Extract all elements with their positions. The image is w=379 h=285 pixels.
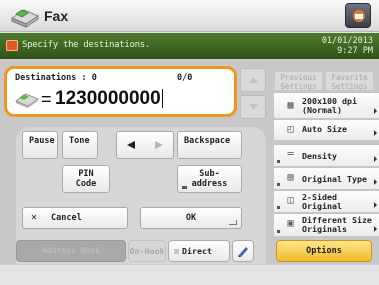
chevron-down-icon bbox=[249, 104, 258, 110]
status-monitor-icon bbox=[353, 10, 365, 22]
destination-number: 1230000000 bbox=[55, 88, 164, 110]
backspace-button[interactable]: Backspace bbox=[177, 131, 242, 159]
status-message: Specify the destinations. bbox=[22, 40, 150, 50]
date-time: 01/01/2013 9:27 PM bbox=[322, 36, 373, 56]
options-button[interactable]: Options bbox=[276, 240, 372, 262]
destination-count: 0/0 bbox=[177, 73, 193, 83]
ok-button[interactable]: OK bbox=[140, 207, 242, 229]
option-scan-size[interactable]: ◰ Auto Size bbox=[274, 119, 379, 140]
option-label: 2-Sided Original bbox=[302, 192, 342, 211]
pin-code-button[interactable]: PIN Code bbox=[62, 165, 110, 193]
cursor-buttons bbox=[116, 131, 174, 159]
chevron-right-icon bbox=[374, 156, 377, 162]
return-icon bbox=[229, 220, 237, 225]
sub-address-label: Sub- address bbox=[191, 169, 228, 189]
cancel-label: Cancel bbox=[51, 213, 82, 223]
page-title: Fax bbox=[44, 8, 69, 24]
toggle-indicator bbox=[277, 230, 280, 233]
settings-panel: Previous Settings Favorite Settings ▦ 20… bbox=[270, 59, 379, 264]
chevron-up-icon bbox=[249, 77, 258, 83]
option-label: Density bbox=[302, 151, 337, 161]
toggle-indicator bbox=[174, 249, 179, 254]
left-arrow-button[interactable] bbox=[127, 141, 135, 149]
option-label: 200x100 dpi (Normal) bbox=[302, 96, 357, 115]
option-different-size[interactable]: ▣ Different Size Originals bbox=[274, 213, 379, 236]
tab-previous-settings[interactable]: Previous Settings bbox=[274, 71, 323, 91]
tone-button[interactable]: Tone bbox=[62, 131, 98, 159]
status-monitor-button[interactable] bbox=[345, 3, 371, 28]
original-type-icon: ▤ bbox=[287, 172, 294, 183]
toggle-indicator bbox=[277, 206, 280, 209]
right-arrow-button[interactable] bbox=[155, 141, 163, 149]
on-hook-button[interactable]: On-Hook bbox=[128, 240, 166, 262]
direct-send-button[interactable]: Direct Send bbox=[168, 240, 230, 276]
two-sided-icon: ◫ bbox=[287, 195, 294, 206]
scroll-up-button[interactable] bbox=[240, 68, 266, 92]
tab-favorite-settings[interactable]: Favorite Settings bbox=[325, 71, 374, 91]
density-icon: ═ bbox=[287, 149, 294, 160]
status-date: 01/01/2013 bbox=[321, 36, 373, 46]
destination-field[interactable]: Destinations : 0 0/0 = 1230000000 bbox=[4, 66, 237, 117]
resolution-icon: ▦ bbox=[287, 100, 294, 111]
close-icon: ✕ bbox=[31, 212, 38, 223]
pause-button[interactable]: Pause bbox=[22, 131, 58, 159]
status-bar: Specify the destinations. 01/01/2013 9:2… bbox=[0, 33, 379, 59]
pencil-icon bbox=[238, 247, 248, 257]
text-cursor bbox=[161, 89, 164, 109]
toggle-indicator bbox=[182, 186, 187, 189]
chevron-right-icon bbox=[374, 130, 377, 136]
option-two-sided[interactable]: ◫ 2-Sided Original bbox=[274, 190, 379, 212]
chevron-right-icon bbox=[374, 108, 377, 114]
scroll-down-button[interactable] bbox=[240, 95, 266, 119]
ok-label: OK bbox=[185, 213, 197, 223]
toggle-indicator bbox=[277, 183, 280, 186]
chevron-right-icon bbox=[374, 202, 377, 208]
sub-address-button[interactable]: Sub- address bbox=[177, 165, 242, 193]
option-label: Original Type bbox=[302, 174, 367, 184]
cancel-button[interactable]: ✕ Cancel bbox=[22, 207, 128, 229]
header-bar: Fax bbox=[0, 0, 379, 32]
destinations-label: Destinations : 0 bbox=[15, 73, 97, 83]
chevron-right-icon bbox=[374, 226, 377, 232]
different-size-icon: ▣ bbox=[287, 218, 294, 229]
option-density[interactable]: ═ Density bbox=[274, 144, 379, 166]
alert-icon bbox=[6, 40, 18, 51]
destination-scroll bbox=[240, 68, 266, 122]
option-label: Different Size Originals bbox=[302, 215, 372, 234]
toggle-indicator bbox=[277, 160, 280, 163]
send-settings-button[interactable] bbox=[232, 240, 254, 262]
address-book-button[interactable]: Address Book bbox=[16, 240, 126, 262]
destination-number-text: 1230000000 bbox=[55, 88, 161, 109]
fax-destination-icon bbox=[15, 93, 39, 108]
equals-sign: = bbox=[41, 89, 52, 109]
option-resolution[interactable]: ▦ 200x100 dpi (Normal) bbox=[274, 92, 379, 118]
fax-machine-icon bbox=[10, 9, 40, 28]
scan-size-icon: ◰ bbox=[287, 124, 294, 135]
chevron-right-icon bbox=[374, 179, 377, 185]
option-original-type[interactable]: ▤ Original Type bbox=[274, 167, 379, 189]
option-label: Auto Size bbox=[302, 124, 347, 134]
status-time: 9:27 PM bbox=[337, 46, 373, 56]
main-area: Destinations : 0 0/0 = 1230000000 Pause … bbox=[0, 59, 379, 264]
bottom-bar bbox=[0, 264, 379, 285]
